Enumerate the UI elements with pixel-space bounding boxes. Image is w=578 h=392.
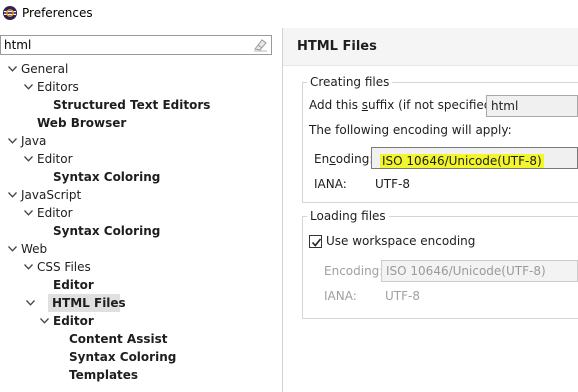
tree-item-label: Content Assist [69,332,168,346]
loading-iana-value: UTF-8 [385,289,420,303]
chevron-down-icon[interactable] [6,60,18,78]
iana-label: IANA: [314,177,347,191]
suffix-combo[interactable]: html [486,95,578,117]
loading-files-group-title: Loading files [307,209,389,223]
encoding-combo[interactable]: ISO 10646/Unicode(UTF-8) [371,147,578,169]
title-bar: Preferences [0,0,578,28]
tree-item-label: Editor [53,314,94,328]
tree-item-label: Syntax Coloring [69,350,177,364]
chevron-down-icon[interactable] [38,312,50,330]
tree-item-label: Editor [53,278,94,292]
tree-item[interactable]: Structured Text Editors [0,96,278,114]
loading-encoding-combo-value: ISO 10646/Unicode(UTF-8) [386,264,546,278]
tree-item[interactable]: Editors [0,78,278,96]
encoding-combo-value[interactable]: ISO 10646/Unicode(UTF-8) [380,154,544,168]
tree-item-label: General [21,62,69,76]
tree-item[interactable]: Editor [0,150,278,168]
tree-item-label: Editor [37,152,73,166]
tree-item-label: Structured Text Editors [53,98,211,112]
tree-item-label: CSS Files [37,260,91,274]
use-workspace-encoding-label[interactable]: Use workspace encoding [326,234,475,248]
tree-item[interactable]: HTML Files [26,294,126,312]
tree-item-label: Syntax Coloring [53,170,161,184]
tree-item-label: Templates [69,368,139,382]
tree-item[interactable]: Content Assist [0,330,278,348]
tree-item[interactable]: Java [0,132,278,150]
encoding-label: Encoding: [314,152,374,166]
loading-encoding-label: Encoding: [324,264,384,278]
page-title: HTML Files [297,39,377,54]
tree-item[interactable]: JavaScript [0,186,278,204]
filter-input-value[interactable]: html [4,38,31,52]
tree-item-label: HTML Files [52,296,126,310]
tree-item[interactable]: Editor [0,204,278,222]
chevron-down-icon[interactable] [22,204,34,222]
tree-item-label: Web Browser [37,116,127,130]
chevron-down-icon[interactable] [6,186,18,204]
tree-item[interactable]: General [0,60,278,78]
tree-item-label: Syntax Coloring [53,224,161,238]
eclipse-app-icon [2,5,18,21]
tree-item[interactable]: CSS Files [0,258,278,276]
use-workspace-encoding-checkbox[interactable] [309,235,322,248]
tree-item[interactable]: Editor [0,276,278,294]
suffix-combo-value[interactable]: html [491,99,518,113]
suffix-label: Add this suffix (if not specified): [309,98,501,112]
tree-item-label: JavaScript [21,188,82,202]
splitter[interactable] [282,28,283,392]
loading-encoding-combo: ISO 10646/Unicode(UTF-8) [381,260,578,282]
clear-filter-icon[interactable] [253,38,268,52]
chevron-down-icon[interactable] [6,132,18,150]
tree-item[interactable]: Syntax Coloring [0,348,278,366]
tree-item[interactable]: Web Browser [0,114,278,132]
preference-tree[interactable]: General Editors Structured Text Editors Web… [0,60,280,392]
tree-item[interactable]: Templates [0,366,278,384]
chevron-down-icon[interactable] [22,258,34,276]
loading-iana-label: IANA: [324,289,357,303]
tree-item-label: Web [21,242,48,256]
chevron-down-icon[interactable] [6,240,18,258]
creating-files-group-title: Creating files [307,75,393,89]
encoding-note: The following encoding will apply: [309,123,512,137]
tree-item[interactable]: Syntax Coloring [0,222,278,240]
tree-item-label: Editors [37,80,79,94]
tree-item[interactable]: Web [0,240,278,258]
tree-item-label: Java [21,134,47,148]
window-title: Preferences [22,6,93,20]
page-header: HTML Files [283,28,578,66]
tree-item-label: Editor [37,206,73,220]
tree-item[interactable]: Syntax Coloring [0,168,278,186]
chevron-down-icon[interactable] [22,78,34,96]
iana-value: UTF-8 [375,177,410,191]
chevron-down-icon[interactable] [22,150,34,168]
tree-item[interactable]: Editor [0,312,278,330]
filter-input[interactable]: html [0,35,272,55]
chevron-down-icon[interactable] [24,294,36,312]
